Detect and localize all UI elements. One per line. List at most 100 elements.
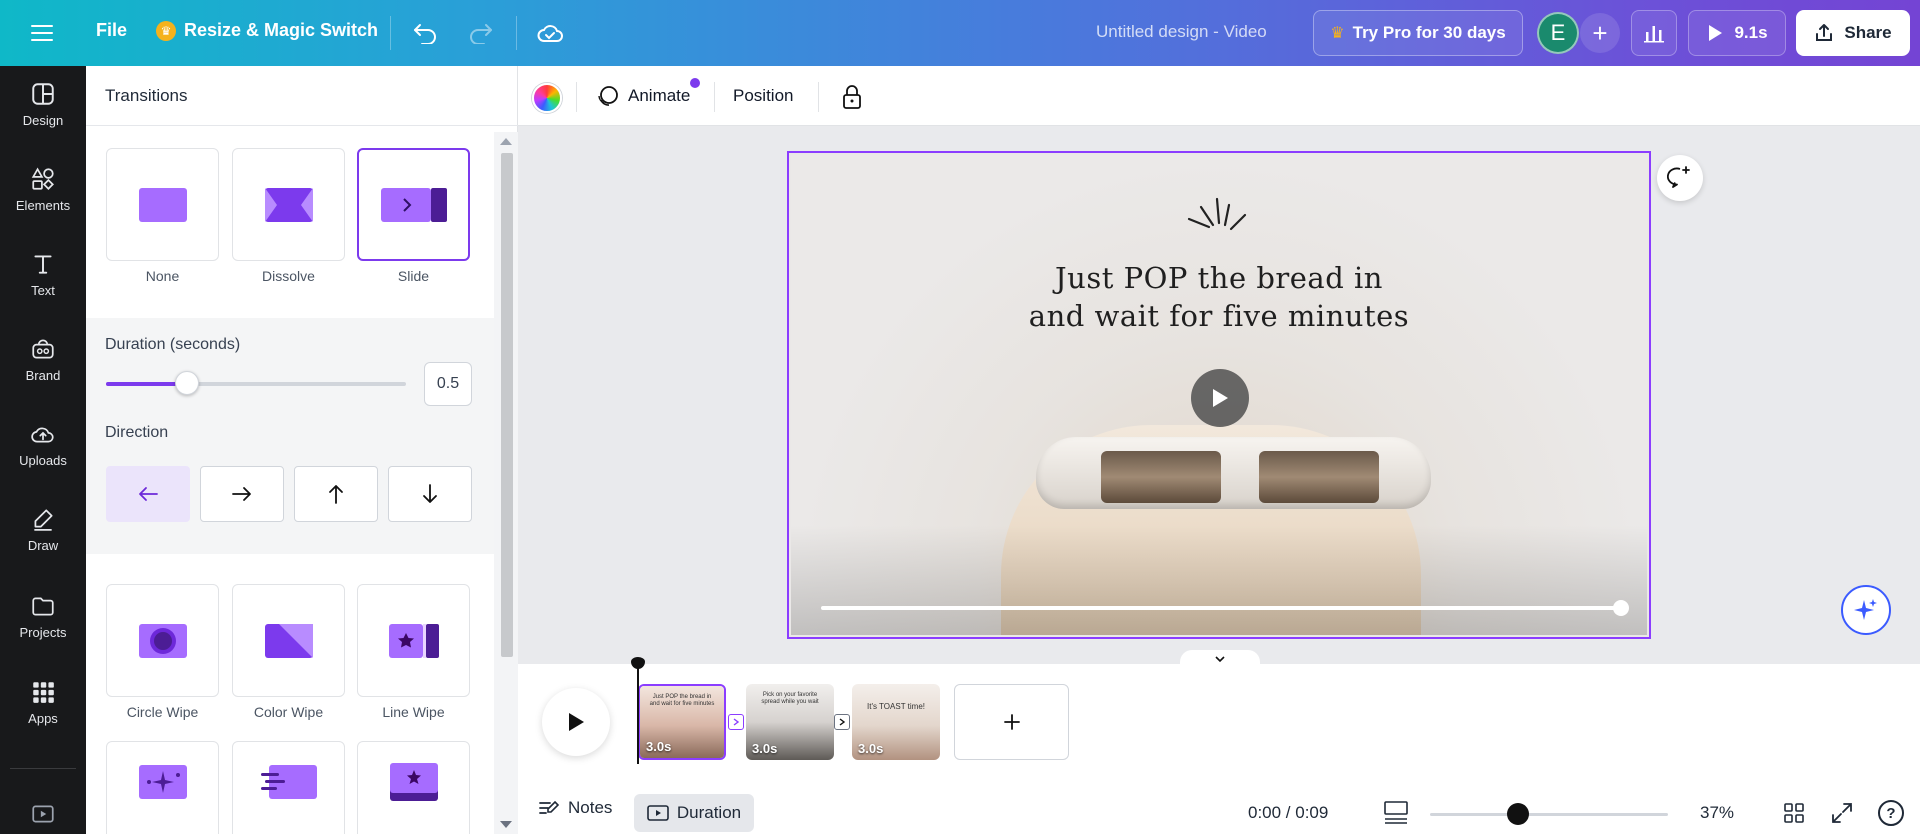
transition-tile[interactable] bbox=[106, 741, 219, 834]
animate-label: Animate bbox=[628, 86, 691, 105]
animate-icon bbox=[598, 86, 618, 106]
rail-divider bbox=[10, 768, 76, 769]
rail-item-projects[interactable]: Projects bbox=[0, 578, 86, 654]
transition-label: Color Wipe bbox=[253, 704, 324, 720]
direction-right-button[interactable] bbox=[200, 466, 284, 522]
clip-duration: 3.0s bbox=[752, 741, 778, 756]
insights-icon[interactable] bbox=[1631, 10, 1677, 56]
transition-line-wipe-tile[interactable] bbox=[357, 584, 470, 697]
direction-down-button[interactable] bbox=[388, 466, 472, 522]
transition-dissolve-tile[interactable] bbox=[232, 148, 345, 261]
scroll-down-icon[interactable] bbox=[500, 821, 512, 828]
redo-icon[interactable] bbox=[464, 16, 498, 50]
scrollbar-thumb[interactable] bbox=[501, 153, 513, 657]
position-button[interactable]: Position bbox=[733, 86, 793, 106]
timeline-clip-1[interactable]: Just POP the bread in and wait for five … bbox=[638, 684, 726, 760]
add-page-button[interactable] bbox=[954, 684, 1069, 760]
play-duration: 9.1s bbox=[1734, 23, 1768, 42]
duration-toggle-button[interactable]: Duration bbox=[634, 794, 754, 832]
panel-scrollbar[interactable] bbox=[494, 132, 518, 834]
playback-time: 0:00 / 0:09 bbox=[1248, 803, 1329, 822]
zoom-slider-handle[interactable] bbox=[1507, 803, 1530, 825]
design-icon bbox=[32, 82, 54, 105]
transition-tile[interactable] bbox=[357, 741, 470, 834]
menu-icon[interactable] bbox=[26, 17, 58, 49]
zoom-level[interactable]: 37% bbox=[1700, 803, 1734, 823]
draw-icon bbox=[34, 508, 53, 531]
transition-color-wipe-tile[interactable] bbox=[232, 584, 345, 697]
notes-button[interactable]: Notes bbox=[538, 798, 612, 818]
toolbar-divider bbox=[714, 82, 715, 112]
zoom-slider[interactable] bbox=[1430, 803, 1668, 825]
brand-icon bbox=[32, 338, 54, 359]
clip-transition-marker[interactable] bbox=[834, 714, 850, 730]
context-toolbar: Animate Position bbox=[518, 66, 1920, 126]
headline-line-2: and wait for five minutes bbox=[1028, 299, 1410, 333]
duration-input[interactable]: 0.5 bbox=[424, 362, 472, 406]
timeline-playhead[interactable] bbox=[637, 660, 639, 764]
play-icon bbox=[569, 713, 584, 731]
collapse-timeline-button[interactable] bbox=[1180, 650, 1260, 668]
line-wipe-icon bbox=[388, 623, 439, 658]
transition-slide-tile[interactable] bbox=[357, 148, 470, 261]
toolbar-divider bbox=[516, 16, 517, 50]
timeline-clip-2[interactable]: Pick on your favorite spread while you w… bbox=[746, 684, 834, 760]
rail-item-brand[interactable]: Brand bbox=[0, 321, 86, 397]
rail-item-elements[interactable]: Elements bbox=[0, 151, 86, 227]
add-comment-button[interactable] bbox=[1657, 155, 1703, 201]
rail-item-apps[interactable]: Apps bbox=[0, 664, 86, 740]
rail-label: Design bbox=[22, 112, 64, 128]
video-frame: Just POP the bread in and wait for five … bbox=[791, 155, 1647, 635]
rail-label: Text bbox=[31, 282, 55, 298]
play-preview-button[interactable]: 9.1s bbox=[1688, 10, 1786, 56]
design-title[interactable]: Untitled design - Video bbox=[1096, 22, 1267, 42]
scroll-up-icon[interactable] bbox=[500, 138, 512, 145]
color-wipe-icon bbox=[264, 623, 313, 658]
sparkle-transition-icon bbox=[138, 765, 187, 799]
share-button[interactable]: Share bbox=[1796, 10, 1910, 56]
cloud-saved-icon[interactable] bbox=[532, 16, 568, 50]
rail-label: Elements bbox=[15, 197, 71, 213]
circle-wipe-icon bbox=[138, 623, 187, 658]
avatar[interactable]: E bbox=[1537, 12, 1579, 54]
rail-item-video[interactable] bbox=[0, 794, 86, 834]
canvas-headline[interactable]: Just POP the bread in and wait for five … bbox=[791, 259, 1647, 335]
transition-circle-wipe-tile[interactable] bbox=[106, 584, 219, 697]
magic-assistant-button[interactable] bbox=[1841, 585, 1891, 635]
rail-item-text[interactable]: Text bbox=[0, 236, 86, 312]
rail-label: Brand bbox=[25, 367, 61, 383]
rail-item-uploads[interactable]: Uploads bbox=[0, 406, 86, 482]
rail-item-draw[interactable]: Draw bbox=[0, 491, 86, 567]
direction-left-button[interactable] bbox=[106, 466, 190, 522]
help-button[interactable]: ? bbox=[1878, 800, 1904, 826]
transition-icon bbox=[839, 718, 846, 726]
file-menu-button[interactable]: File bbox=[96, 20, 127, 41]
headline-line-1: Just POP the bread in bbox=[1055, 261, 1383, 295]
lock-icon[interactable] bbox=[836, 81, 868, 113]
animate-button[interactable]: Animate bbox=[596, 80, 690, 112]
direction-up-button[interactable] bbox=[294, 466, 378, 522]
duration-slider[interactable] bbox=[106, 371, 406, 395]
fullscreen-icon[interactable] bbox=[1830, 801, 1854, 825]
undo-icon[interactable] bbox=[408, 16, 442, 50]
timeline-clip-3[interactable]: It's TOAST time! 3.0s bbox=[852, 684, 940, 760]
duration-slider-handle[interactable] bbox=[175, 371, 199, 395]
transition-tile[interactable] bbox=[232, 741, 345, 834]
color-picker-button[interactable] bbox=[532, 83, 562, 113]
transition-none-tile[interactable] bbox=[106, 148, 219, 261]
resize-magic-switch-button[interactable]: ♛ Resize & Magic Switch bbox=[156, 20, 378, 41]
video-scrubber[interactable] bbox=[821, 600, 1629, 616]
grid-view-icon[interactable] bbox=[1782, 801, 1806, 825]
arrow-left-icon bbox=[139, 487, 158, 501]
try-pro-label: Try Pro for 30 days bbox=[1352, 23, 1506, 42]
video-scrubber-handle[interactable] bbox=[1613, 600, 1629, 616]
timeline-play-button[interactable] bbox=[542, 688, 610, 756]
page-view-icon[interactable] bbox=[1382, 799, 1410, 825]
transition-icon bbox=[733, 718, 740, 726]
try-pro-button[interactable]: ♛ Try Pro for 30 days bbox=[1313, 10, 1523, 56]
design-canvas[interactable]: Just POP the bread in and wait for five … bbox=[787, 151, 1651, 639]
video-play-button[interactable] bbox=[1191, 369, 1249, 427]
rail-item-design[interactable]: Design bbox=[0, 66, 86, 142]
add-collaborator-button[interactable]: + bbox=[1580, 13, 1620, 53]
clip-transition-marker[interactable] bbox=[728, 714, 744, 730]
